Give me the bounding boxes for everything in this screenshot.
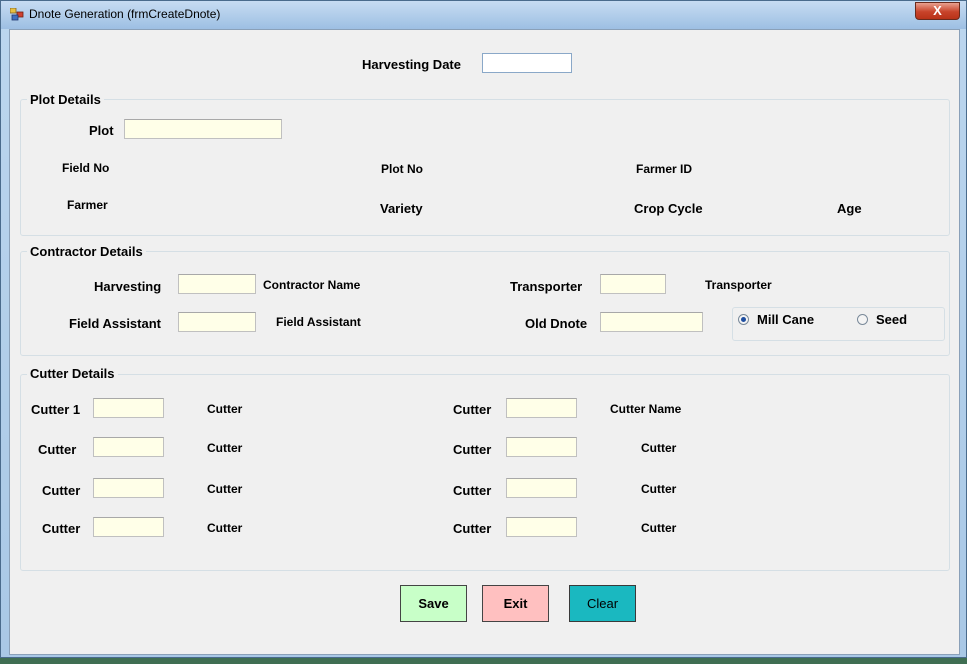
save-button[interactable]: Save xyxy=(400,585,467,622)
plot-details-legend: Plot Details xyxy=(27,92,104,107)
mill-cane-label[interactable]: Mill Cane xyxy=(757,312,814,327)
transporter-name-value: Transporter xyxy=(705,278,772,292)
dnote-window: Dnote Generation (frmCreateDnote) X Harv… xyxy=(0,0,967,658)
field-no-value: Field No xyxy=(62,161,110,175)
app-icon xyxy=(10,8,24,21)
cutter-left-input[interactable] xyxy=(93,478,164,498)
cutter-left-label: Cutter xyxy=(42,483,81,498)
cutter-details-legend: Cutter Details xyxy=(27,366,118,381)
form-client-area: Harvesting Date Plot Details Plot Field … xyxy=(9,29,960,655)
harvesting-label: Harvesting xyxy=(94,279,162,294)
contractor-name-value: Contractor Name xyxy=(263,278,361,292)
field-assistant-label: Field Assistant xyxy=(69,316,161,331)
contractor-details-legend: Contractor Details xyxy=(27,244,146,259)
harvesting-contractor-input[interactable] xyxy=(178,274,256,294)
mill-cane-radio[interactable] xyxy=(738,314,749,325)
harvesting-date-label: Harvesting Date xyxy=(362,57,461,72)
title-bar[interactable]: Dnote Generation (frmCreateDnote) X xyxy=(1,1,966,29)
transporter-label: Transporter xyxy=(510,279,583,294)
cutter-left-name: Cutter xyxy=(207,441,243,455)
cutter-left-label: Cutter 1 xyxy=(31,402,81,417)
harvesting-date-input[interactable] xyxy=(482,53,572,73)
variety-value: Variety xyxy=(380,201,423,216)
cutter-right-label: Cutter xyxy=(453,402,492,417)
plot-label: Plot xyxy=(89,123,114,138)
seed-label[interactable]: Seed xyxy=(876,312,907,327)
plot-no-value: Plot No xyxy=(381,162,423,176)
close-icon: X xyxy=(933,3,942,18)
cutter-left-label: Cutter xyxy=(38,442,77,457)
cutter-right-input[interactable] xyxy=(506,437,577,457)
cutter-left-input[interactable] xyxy=(93,517,164,537)
plot-input[interactable] xyxy=(124,119,282,139)
cutter-right-name: Cutter Name xyxy=(610,402,682,416)
cutter-right-label: Cutter xyxy=(453,442,492,457)
cutter-right-name: Cutter xyxy=(641,441,677,455)
old-dnote-input[interactable] xyxy=(600,312,703,332)
cutter-right-label: Cutter xyxy=(453,521,492,536)
age-value: Age xyxy=(837,201,862,216)
cutter-left-input[interactable] xyxy=(93,398,164,418)
window-title: Dnote Generation (frmCreateDnote) xyxy=(29,7,221,21)
transporter-input[interactable] xyxy=(600,274,666,294)
cutter-right-input[interactable] xyxy=(506,517,577,537)
cutter-left-name: Cutter xyxy=(207,482,243,496)
field-assistant-input[interactable] xyxy=(178,312,256,332)
cutter-left-input[interactable] xyxy=(93,437,164,457)
old-dnote-label: Old Dnote xyxy=(525,316,588,331)
field-assistant-name-value: Field Assistant xyxy=(276,315,361,329)
cutter-right-name: Cutter xyxy=(641,482,677,496)
exit-button[interactable]: Exit xyxy=(482,585,549,622)
clear-button[interactable]: Clear xyxy=(569,585,636,622)
farmer-value: Farmer xyxy=(67,198,108,212)
cutter-left-name: Cutter xyxy=(207,402,243,416)
close-button[interactable]: X xyxy=(915,2,960,20)
cutter-left-name: Cutter xyxy=(207,521,243,535)
cutter-right-label: Cutter xyxy=(453,483,492,498)
seed-radio[interactable] xyxy=(857,314,868,325)
cutter-right-input[interactable] xyxy=(506,478,577,498)
crop-cycle-value: Crop Cycle xyxy=(634,201,703,216)
cutter-left-label: Cutter xyxy=(42,521,81,536)
farmer-id-value: Farmer ID xyxy=(636,162,693,176)
cutter-right-name: Cutter xyxy=(641,521,677,535)
cutter-right-input[interactable] xyxy=(506,398,577,418)
